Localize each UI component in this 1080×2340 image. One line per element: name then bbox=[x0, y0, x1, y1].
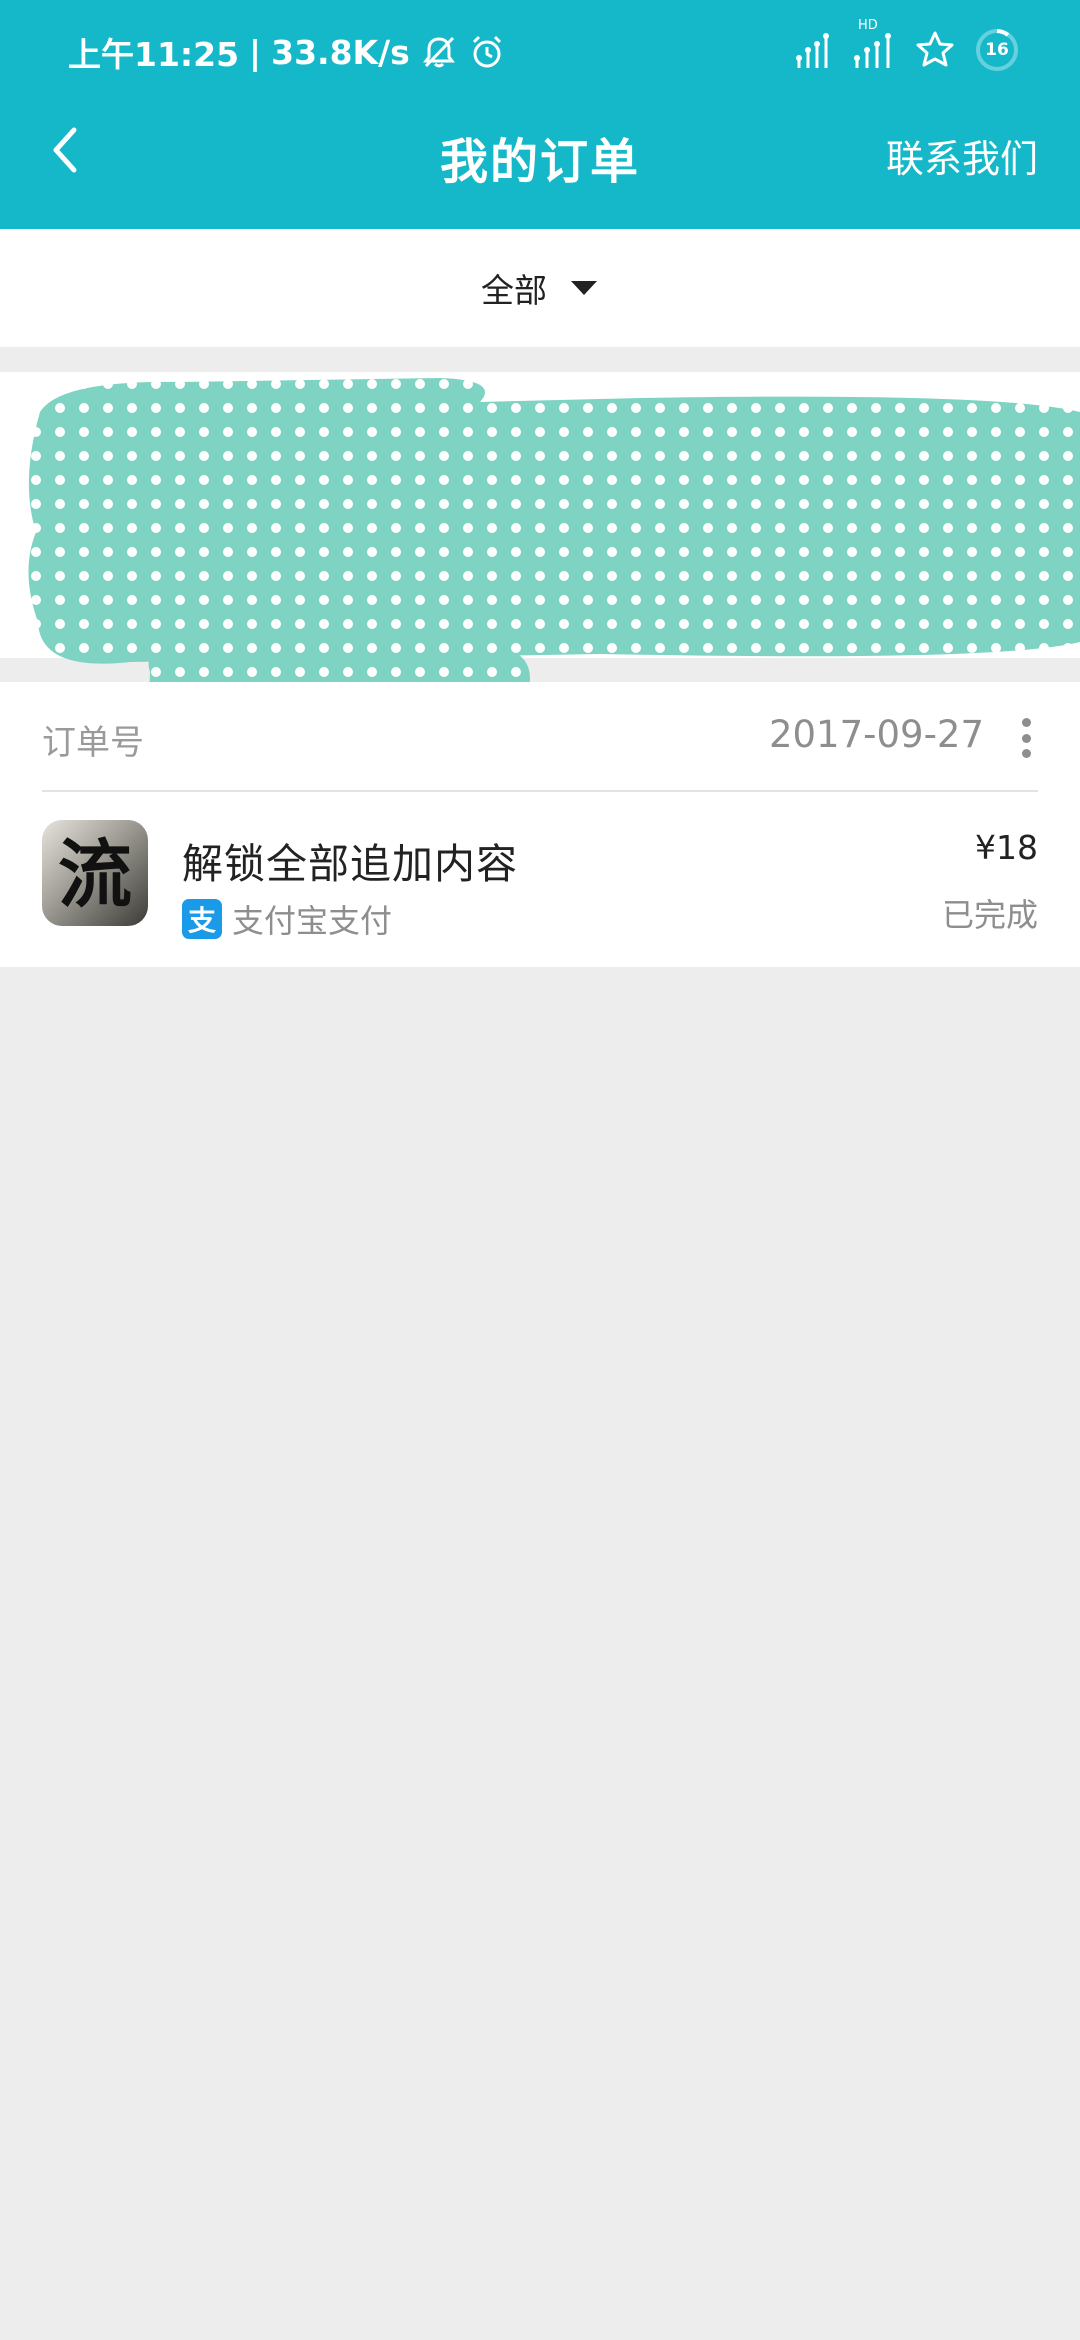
network-speed: 33.8K/s bbox=[271, 32, 410, 72]
network-badge: HD bbox=[858, 18, 878, 33]
caret-down-icon bbox=[571, 281, 597, 295]
signal-hd-icon: HD bbox=[852, 18, 896, 70]
item-title: 解锁全部追加内容 bbox=[182, 840, 518, 888]
star-icon bbox=[914, 29, 956, 71]
order-price: ¥18 bbox=[975, 828, 1038, 867]
payment-method-label: 支付宝支付 bbox=[232, 902, 393, 940]
status-right: HD 16 bbox=[794, 18, 1020, 78]
filter-bar: 全部 bbox=[0, 229, 1080, 347]
order-item: 流 解锁全部追加内容 支 支付宝支付 ¥18 已完成 bbox=[42, 790, 1038, 967]
more-options-button[interactable] bbox=[1018, 718, 1034, 758]
battery-icon: 16 bbox=[974, 27, 1020, 73]
filter-selected-label: 全部 bbox=[481, 271, 547, 310]
bell-mute-icon bbox=[420, 33, 458, 71]
alarm-icon bbox=[468, 33, 506, 71]
status-left: 上午11:25 | 33.8K/s bbox=[68, 28, 506, 76]
app-icon-glyph: 流 bbox=[58, 832, 132, 918]
order-number-label: 订单号 bbox=[42, 723, 144, 763]
title-bar: 我的订单 联系我们 bbox=[0, 100, 1080, 229]
order-status: 已完成 bbox=[941, 896, 1038, 934]
app-header: 上午11:25 | 33.8K/s HD 16 我的订单 联系我们 bbox=[0, 0, 1080, 229]
filter-dropdown[interactable]: 全部 bbox=[481, 264, 599, 312]
order-card[interactable]: 订单号 2017-09-27 流 解锁全部追加内容 支 支付宝支付 ¥18 已完… bbox=[0, 682, 1080, 967]
redacted-order-card bbox=[0, 372, 1080, 773]
signal-icon bbox=[794, 30, 834, 70]
status-bar: 上午11:25 | 33.8K/s HD 16 bbox=[0, 0, 1080, 100]
payment-method: 支 支付宝支付 bbox=[182, 896, 392, 942]
status-time: 上午11:25 bbox=[68, 35, 240, 74]
empty-content-area bbox=[0, 967, 1080, 2340]
alipay-icon: 支 bbox=[182, 899, 222, 939]
battery-level: 16 bbox=[985, 40, 1009, 60]
app-icon: 流 bbox=[42, 820, 148, 926]
alipay-icon-glyph: 支 bbox=[187, 904, 216, 937]
order-date: 2017-09-27 bbox=[768, 713, 984, 756]
status-separator: | bbox=[249, 32, 262, 72]
order-header: 订单号 2017-09-27 bbox=[42, 682, 1038, 792]
contact-us-button[interactable]: 联系我们 bbox=[886, 128, 1038, 183]
